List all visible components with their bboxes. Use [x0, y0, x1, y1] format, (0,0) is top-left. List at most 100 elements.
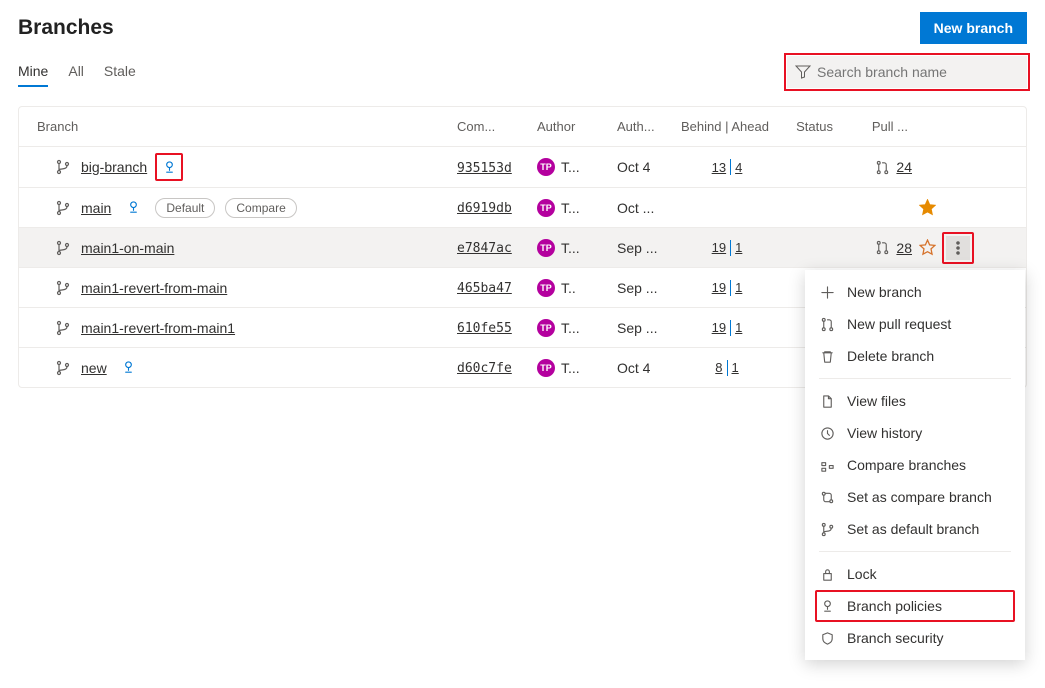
more-options-button[interactable] — [946, 236, 970, 260]
setcompare-icon — [819, 490, 835, 505]
table-row[interactable]: big-branch 935153d TP T... Oct 4 13 4 24 — [19, 147, 1026, 187]
commit-link[interactable]: 610fe55 — [457, 321, 512, 336]
ahead-count[interactable]: 4 — [735, 160, 742, 175]
branch-name-link[interactable]: main1-revert-from-main1 — [81, 320, 235, 336]
ahead-count[interactable]: 1 — [735, 280, 742, 295]
th-pull: Pull ... — [837, 119, 912, 134]
branch-icon — [55, 159, 71, 175]
menu-item-label: Set as compare branch — [847, 489, 992, 505]
avatar: TP — [537, 199, 555, 217]
pull-request-link[interactable]: 28 — [896, 240, 912, 256]
th-behind-ahead: Behind | Ahead — [677, 119, 777, 134]
menu-item-compare-branches[interactable]: Compare branches — [805, 449, 1025, 481]
pull-request-link[interactable]: 24 — [896, 159, 912, 175]
menu-item-branch-security[interactable]: Branch security — [805, 622, 1025, 654]
table-header: Branch Com... Author Auth... Behind | Ah… — [19, 107, 1026, 147]
table-row[interactable]: main Default Compare d6919db TP T... Oct ... — [19, 187, 1026, 227]
ahead-count[interactable]: 1 — [735, 240, 742, 255]
menu-item-new-pull-request[interactable]: New pull request — [805, 308, 1025, 340]
avatar: TP — [537, 319, 555, 337]
filter-icon — [795, 64, 811, 80]
favorite-star-icon[interactable] — [919, 199, 936, 216]
search-branch-input-wrap[interactable] — [787, 56, 1027, 88]
behind-count[interactable]: 19 — [712, 280, 726, 295]
authored-date: Sep ... — [617, 320, 677, 336]
ahead-count[interactable]: 1 — [735, 320, 742, 335]
compare-icon — [819, 458, 835, 473]
table-row[interactable]: main1-on-maine7847acTPT...Sep ...19128 — [19, 227, 1026, 267]
menu-item-delete-branch[interactable]: Delete branch — [805, 340, 1025, 372]
author-name: T... — [561, 320, 580, 336]
behind-count[interactable]: 19 — [712, 240, 726, 255]
menu-item-label: Delete branch — [847, 348, 934, 364]
menu-item-label: Branch policies — [847, 598, 942, 614]
branch-name-link[interactable]: big-branch — [81, 159, 147, 175]
file-icon — [819, 394, 835, 409]
tabs: Mine All Stale — [18, 57, 136, 87]
tab-stale[interactable]: Stale — [104, 57, 136, 87]
pull-request-icon — [875, 240, 890, 255]
tab-all[interactable]: All — [68, 57, 84, 87]
branch-icon — [55, 320, 71, 336]
new-branch-button[interactable]: New branch — [920, 12, 1027, 44]
plus-icon — [819, 285, 835, 300]
pull-request-icon — [875, 160, 890, 175]
commit-link[interactable]: e7847ac — [457, 241, 512, 256]
page-title: Branches — [18, 16, 114, 40]
favorite-star-icon[interactable] — [919, 239, 936, 256]
th-author: Author — [537, 119, 617, 134]
branch-icon — [55, 240, 71, 256]
commit-link[interactable]: d60c7fe — [457, 361, 512, 376]
pr-icon — [819, 317, 835, 332]
avatar: TP — [537, 279, 555, 297]
avatar: TP — [537, 359, 555, 377]
behind-count[interactable]: 8 — [715, 360, 722, 375]
th-status: Status — [777, 119, 837, 134]
trash-icon — [819, 349, 835, 364]
search-branch-input[interactable] — [811, 64, 1019, 80]
th-authored: Auth... — [617, 119, 677, 134]
history-icon — [819, 426, 835, 441]
author-name: T... — [561, 200, 580, 216]
policy-icon — [819, 599, 835, 614]
menu-item-lock[interactable]: Lock — [805, 558, 1025, 590]
default-badge: Default — [155, 198, 215, 218]
branch-icon — [819, 522, 835, 537]
commit-link[interactable]: d6919db — [457, 201, 512, 216]
authored-date: Oct ... — [617, 200, 677, 216]
menu-item-new-branch[interactable]: New branch — [805, 276, 1025, 308]
menu-item-set-as-default-branch[interactable]: Set as default branch — [805, 513, 1025, 545]
branch-name-link[interactable]: main1-revert-from-main — [81, 280, 227, 296]
branch-name-link[interactable]: main1-on-main — [81, 240, 174, 256]
menu-item-label: View files — [847, 393, 906, 409]
branch-policy-icon[interactable] — [117, 356, 141, 380]
menu-item-label: Branch security — [847, 630, 943, 646]
menu-item-label: New pull request — [847, 316, 951, 332]
authored-date: Oct 4 — [617, 159, 677, 175]
commit-link[interactable]: 935153d — [457, 161, 512, 176]
lock-icon — [819, 567, 835, 582]
branch-icon — [55, 280, 71, 296]
ahead-count[interactable]: 1 — [732, 360, 739, 375]
th-commit: Com... — [457, 119, 537, 134]
th-branch: Branch — [37, 119, 457, 134]
behind-count[interactable]: 13 — [712, 160, 726, 175]
tab-mine[interactable]: Mine — [18, 57, 48, 87]
avatar: TP — [537, 158, 555, 176]
menu-item-label: Set as default branch — [847, 521, 979, 537]
author-name: T.. — [561, 280, 576, 296]
menu-item-view-files[interactable]: View files — [805, 385, 1025, 417]
menu-item-label: New branch — [847, 284, 922, 300]
menu-item-branch-policies[interactable]: Branch policies — [805, 590, 1025, 622]
menu-item-view-history[interactable]: View history — [805, 417, 1025, 449]
author-name: T... — [561, 159, 580, 175]
branch-name-link[interactable]: main — [81, 200, 111, 216]
branch-policy-icon[interactable] — [121, 196, 145, 220]
commit-link[interactable]: 465ba47 — [457, 281, 512, 296]
compare-badge: Compare — [225, 198, 296, 218]
menu-item-set-as-compare-branch[interactable]: Set as compare branch — [805, 481, 1025, 513]
branch-policy-icon[interactable] — [157, 155, 181, 179]
branch-name-link[interactable]: new — [81, 360, 107, 376]
authored-date: Sep ... — [617, 280, 677, 296]
behind-count[interactable]: 19 — [712, 320, 726, 335]
